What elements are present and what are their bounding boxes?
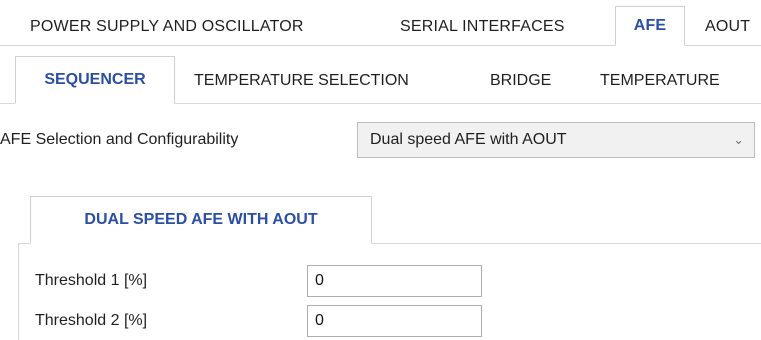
afe-selection-dropdown[interactable]: Dual speed AFE with AOUT ⌄ xyxy=(357,122,755,158)
panel-border xyxy=(18,244,19,340)
threshold-1-row: Threshold 1 [%] xyxy=(35,265,495,297)
afe-mode-tab-bar: DUAL SPEED AFE WITH AOUT xyxy=(0,196,761,244)
main-tab-bar: POWER SUPPLY AND OSCILLATOR SERIAL INTER… xyxy=(0,0,761,46)
tab-afe[interactable]: AFE xyxy=(615,6,685,46)
tab-aout[interactable]: AOUT xyxy=(705,8,750,46)
tab-dual-speed-afe-with-aout[interactable]: DUAL SPEED AFE WITH AOUT xyxy=(30,196,372,244)
afe-tab-bar: SEQUENCER TEMPERATURE SELECTION BRIDGE T… xyxy=(0,46,761,104)
tab-power-supply-and-oscillator[interactable]: POWER SUPPLY AND OSCILLATOR xyxy=(30,8,304,46)
threshold-1-label: Threshold 1 [%] xyxy=(35,272,148,289)
tab-serial-interfaces[interactable]: SERIAL INTERFACES xyxy=(400,8,565,46)
threshold-2-row: Threshold 2 [%] xyxy=(35,305,495,337)
afe-selection-row: AFE Selection and Configurability Dual s… xyxy=(0,119,761,161)
threshold-2-input[interactable] xyxy=(307,305,482,337)
chevron-down-icon: ⌄ xyxy=(733,132,744,147)
tab-temperature[interactable]: TEMPERATURE xyxy=(600,58,720,104)
threshold-2-label: Threshold 2 [%] xyxy=(35,312,148,329)
afe-selection-label: AFE Selection and Configurability xyxy=(0,131,239,148)
afe-selection-value: Dual speed AFE with AOUT xyxy=(370,131,567,148)
tab-temperature-selection[interactable]: TEMPERATURE SELECTION xyxy=(194,58,409,104)
tab-sequencer[interactable]: SEQUENCER xyxy=(15,56,175,104)
threshold-1-input[interactable] xyxy=(307,265,482,297)
tab-bridge[interactable]: BRIDGE xyxy=(490,58,551,104)
